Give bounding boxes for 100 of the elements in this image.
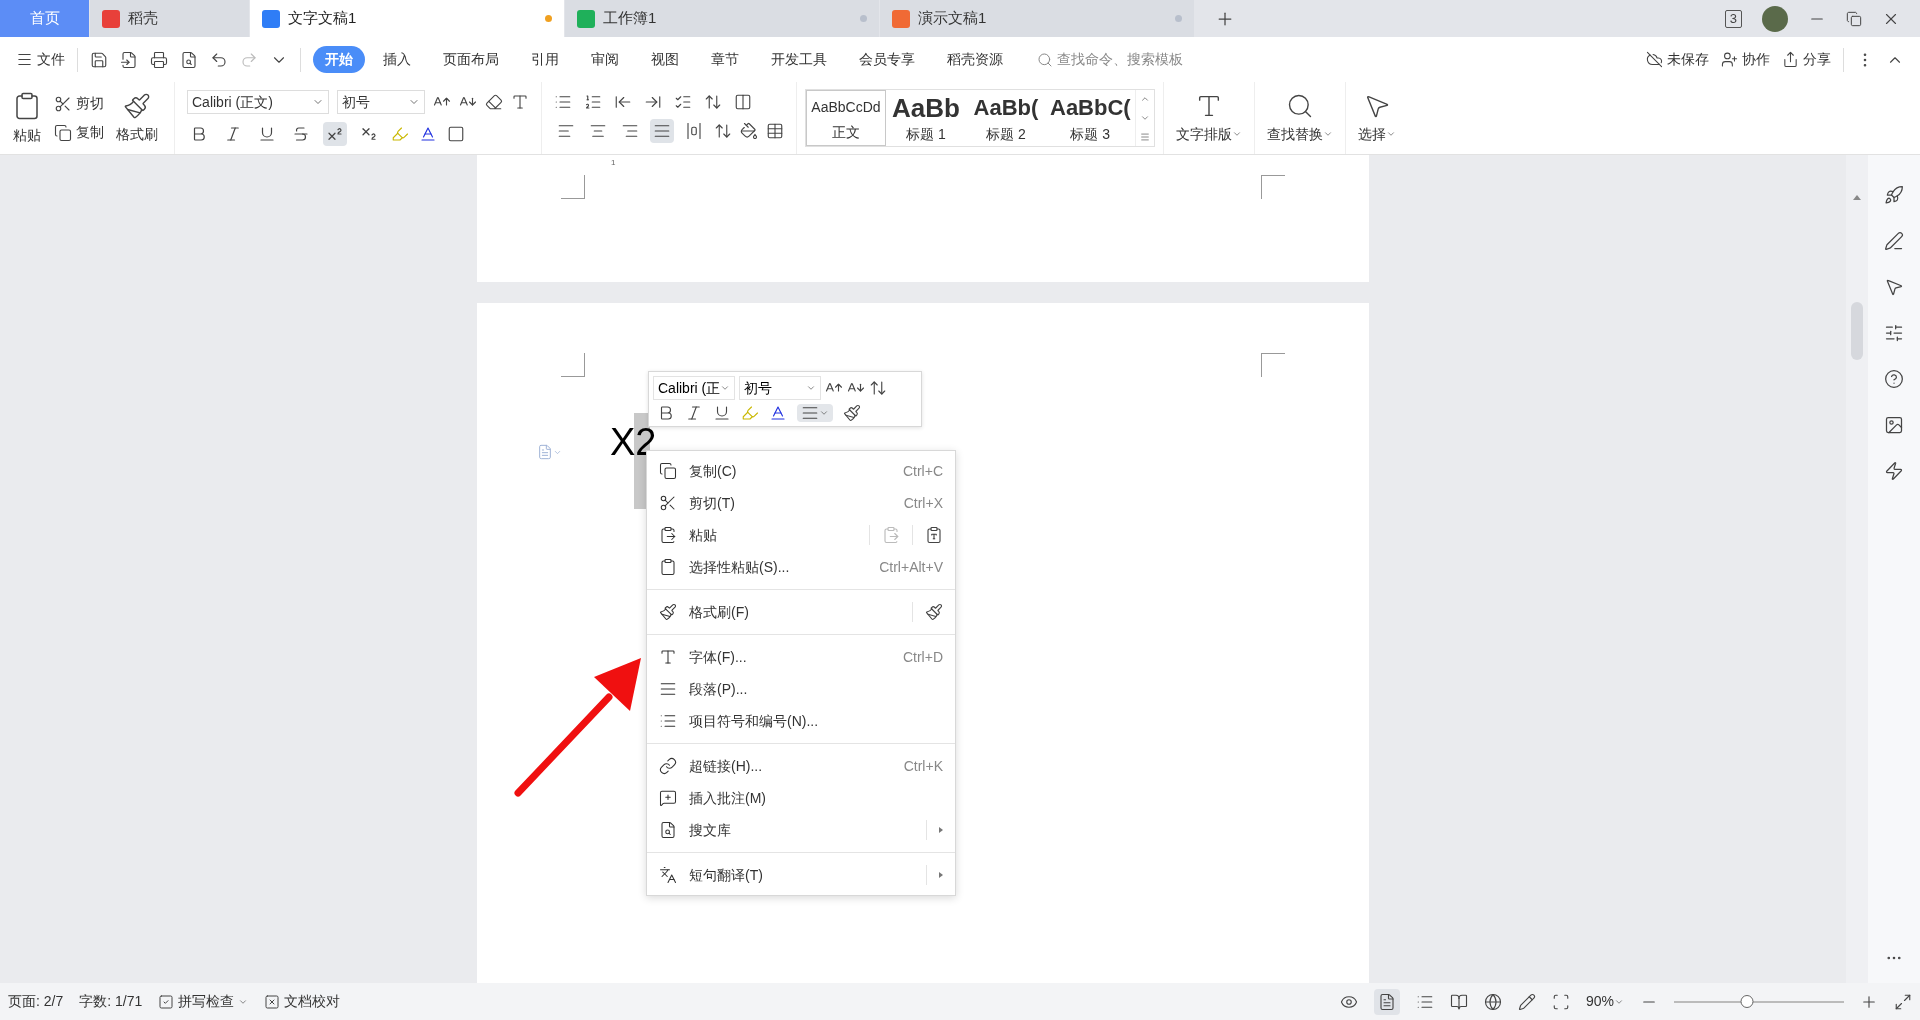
ribbon-large-button[interactable]: 文字排版 xyxy=(1163,82,1255,154)
context-menu-item[interactable]: 格式刷(F) xyxy=(647,596,955,628)
cut-button[interactable]: 剪切 xyxy=(54,93,104,114)
context-menu-item[interactable]: 复制(C) Ctrl+C xyxy=(647,455,955,487)
font-color-icon[interactable] xyxy=(769,404,787,422)
ribbon-tab[interactable]: 稻壳资源 xyxy=(933,46,1017,73)
rocket-icon[interactable] xyxy=(1884,185,1904,205)
font-color-icon[interactable] xyxy=(419,125,437,143)
font-size-dropdown[interactable]: 初号 xyxy=(337,90,425,114)
style-gallery-item[interactable]: AaBbCcDd 正文 xyxy=(806,90,886,146)
ribbon-tab[interactable]: 章节 xyxy=(697,46,753,73)
window-count-badge[interactable]: 3 xyxy=(1724,9,1742,28)
reading-view-icon[interactable] xyxy=(1449,992,1468,1011)
ribbon-tab[interactable]: 引用 xyxy=(517,46,573,73)
image-icon[interactable] xyxy=(1884,415,1904,435)
save-icon[interactable] xyxy=(90,50,108,69)
lightning-icon[interactable] xyxy=(1884,461,1904,481)
shading-icon[interactable] xyxy=(740,122,758,140)
scrollbar-up-arrow[interactable] xyxy=(1853,195,1861,200)
font-name-dropdown[interactable]: Calibri (正 xyxy=(653,376,735,400)
character-border-icon[interactable] xyxy=(447,125,465,143)
page-view-button[interactable] xyxy=(1373,988,1400,1015)
numbered-list-icon[interactable] xyxy=(584,93,602,111)
context-menu-item[interactable]: 项目符号和编号(N)... xyxy=(647,705,955,737)
pointer-icon[interactable] xyxy=(1884,277,1904,297)
checklist-icon[interactable] xyxy=(674,93,692,111)
columns-icon[interactable] xyxy=(734,93,752,111)
clipboard-icon xyxy=(659,526,677,544)
style-gallery-item[interactable]: AaBb 标题 1 xyxy=(886,90,966,146)
context-menu-item[interactable]: 短句翻译(T) xyxy=(647,859,955,891)
line-spacing-icon[interactable] xyxy=(869,379,887,397)
header-action-button[interactable]: 协作 xyxy=(1721,49,1770,70)
context-menu-item[interactable]: 搜文库 xyxy=(647,814,955,846)
paste-button[interactable]: 粘贴 xyxy=(12,90,42,146)
proofread-button[interactable]: 文档校对 xyxy=(264,991,341,1012)
format-painter-button[interactable]: 格式刷 xyxy=(116,91,158,145)
format-painter-icon[interactable] xyxy=(843,404,861,422)
ribbon-large-button[interactable]: 查找替换 xyxy=(1254,82,1346,154)
fit-page-icon[interactable] xyxy=(1551,992,1570,1011)
ribbon-tab[interactable]: 会员专享 xyxy=(845,46,929,73)
bullet-list-icon[interactable] xyxy=(554,93,572,111)
ribbon-tab[interactable]: 审阅 xyxy=(577,46,633,73)
header-action-button[interactable]: 分享 xyxy=(1782,49,1831,70)
document-tab[interactable]: 演示文稿1 xyxy=(880,0,1195,37)
paste-text-icon[interactable] xyxy=(925,526,943,544)
style-gallery-item[interactable]: AaBbC( 标题 3 xyxy=(1046,90,1135,146)
scrollbar-thumb[interactable] xyxy=(1851,302,1863,360)
context-menu-item[interactable]: 粘贴 xyxy=(647,519,955,551)
pen-icon[interactable] xyxy=(1884,231,1904,251)
document-tab[interactable]: 稻壳 xyxy=(90,0,250,37)
context-menu-item[interactable]: 选择性粘贴(S)... Ctrl+Alt+V xyxy=(647,551,955,583)
header-action-button[interactable]: 未保存 xyxy=(1646,49,1709,70)
undo-icon[interactable] xyxy=(210,50,228,69)
ribbon-tab[interactable]: 视图 xyxy=(637,46,693,73)
align-justify-button[interactable] xyxy=(650,119,674,143)
export-icon[interactable] xyxy=(120,50,138,69)
restore-icon[interactable] xyxy=(1846,10,1862,27)
ribbon-tab[interactable]: 页面布局 xyxy=(429,46,513,73)
pen-icon[interactable] xyxy=(1517,992,1536,1011)
copy-button[interactable]: 复制 xyxy=(54,122,104,143)
brush-icon[interactable] xyxy=(925,603,943,621)
help-icon[interactable] xyxy=(1884,369,1904,389)
increase-indent-icon[interactable] xyxy=(644,93,662,111)
spell-check-button[interactable]: 拼写检查 xyxy=(158,991,249,1012)
context-menu-item[interactable]: 段落(P)... xyxy=(647,673,955,705)
document-tab[interactable]: 工作簿1 xyxy=(565,0,880,37)
sort-icon[interactable] xyxy=(704,93,722,111)
settings-icon[interactable] xyxy=(1884,323,1904,343)
align-button[interactable] xyxy=(797,404,833,422)
context-menu-item[interactable]: 字体(F)... Ctrl+D xyxy=(647,641,955,673)
ribbon-tab[interactable]: 开发工具 xyxy=(757,46,841,73)
phonetic-guide-icon[interactable] xyxy=(511,93,529,111)
command-search-field[interactable]: 查找命令、搜索模板 xyxy=(1037,49,1227,70)
document-tab[interactable]: 文字文稿1 xyxy=(250,0,565,37)
ribbon-tab[interactable]: 插入 xyxy=(369,46,425,73)
underline-icon xyxy=(258,125,276,143)
underline-icon[interactable] xyxy=(713,404,731,422)
preview-icon[interactable] xyxy=(180,50,198,69)
zoom-slider[interactable] xyxy=(1674,994,1844,1009)
superscript-button[interactable] xyxy=(323,122,347,146)
print-icon[interactable] xyxy=(150,50,168,69)
font-name-dropdown[interactable]: Calibri (正文) xyxy=(187,90,329,114)
borders-icon[interactable] xyxy=(766,122,784,140)
ribbon-large-button[interactable]: 选择 xyxy=(1345,82,1408,154)
line-spacing-icon[interactable] xyxy=(714,122,732,140)
context-menu-item[interactable]: 剪切(T) Ctrl+X xyxy=(647,487,955,519)
font-size-dropdown[interactable]: 初号 xyxy=(739,376,821,400)
web-view-icon[interactable] xyxy=(1483,992,1502,1011)
avatar[interactable] xyxy=(1762,5,1788,32)
context-menu-item[interactable]: 超链接(H)... Ctrl+K xyxy=(647,750,955,782)
zoom-slider-thumb[interactable] xyxy=(1740,995,1754,1008)
file-menu[interactable]: 文件 xyxy=(16,49,65,70)
decrease-indent-icon[interactable] xyxy=(614,93,632,111)
paragraph-handle-icon[interactable] xyxy=(537,444,562,460)
style-gallery-item[interactable]: AaBb( 标题 2 xyxy=(966,90,1046,146)
fullscreen-icon[interactable] xyxy=(1894,992,1912,1011)
eraser-icon[interactable] xyxy=(485,93,503,111)
context-menu-item[interactable]: 插入批注(M) xyxy=(647,782,955,814)
zoom-level[interactable]: 90% xyxy=(1585,991,1624,1012)
italic-icon[interactable] xyxy=(685,404,703,422)
